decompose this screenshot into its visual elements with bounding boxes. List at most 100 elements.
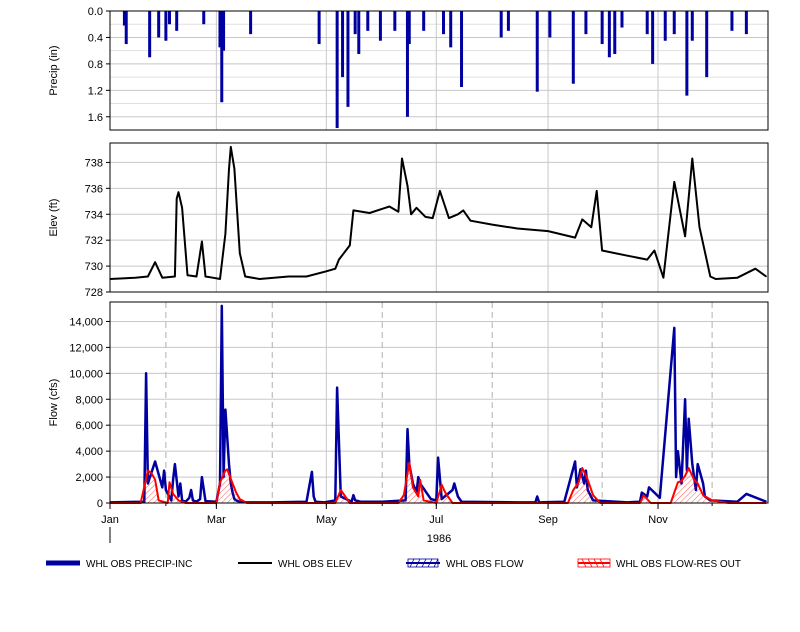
y-tick-label: 8,000 bbox=[75, 394, 103, 406]
data-point bbox=[444, 492, 446, 494]
data-point bbox=[305, 275, 308, 278]
data-point bbox=[736, 277, 739, 279]
y-tick-label: 2,000 bbox=[75, 472, 103, 484]
data-point bbox=[161, 486, 163, 488]
data-point bbox=[154, 479, 156, 481]
data-point bbox=[287, 275, 290, 278]
data-point bbox=[673, 492, 675, 494]
data-point bbox=[462, 209, 464, 211]
data-point bbox=[325, 270, 327, 272]
precip-bar bbox=[346, 11, 350, 107]
precip-bar bbox=[222, 11, 226, 51]
data-point bbox=[224, 470, 226, 472]
data-point bbox=[154, 261, 156, 263]
data-point bbox=[224, 409, 226, 411]
x-tick-label: Mar bbox=[207, 514, 226, 526]
data-point bbox=[684, 475, 686, 477]
data-point bbox=[646, 495, 648, 498]
data-point bbox=[204, 500, 207, 502]
data-point bbox=[181, 207, 183, 209]
data-point bbox=[675, 476, 677, 478]
y-tick-label: 736 bbox=[85, 183, 103, 195]
data-point bbox=[590, 226, 592, 228]
data-point bbox=[581, 467, 583, 469]
data-point bbox=[219, 481, 221, 483]
y-tick-label: 0.4 bbox=[88, 32, 103, 44]
precip-bar bbox=[249, 11, 253, 35]
legend-label-elev: WHL OBS ELEV bbox=[278, 559, 352, 570]
data-point bbox=[587, 479, 589, 481]
data-point bbox=[711, 499, 713, 501]
panel-2: 0 2,000 4,000 6,000 8,000 10,000 12,000 14,000 F… bbox=[48, 301, 769, 545]
y-tick-label: 0 bbox=[97, 498, 103, 510]
y-tick-label: 12,000 bbox=[69, 342, 103, 354]
data-point bbox=[199, 498, 201, 500]
chart-svg: WHL OBS PRECIP-INC WHL OBS ELEV WHL OBS … bbox=[46, 6, 769, 570]
precip-bar bbox=[685, 11, 689, 96]
y-axis-label: Precip (in) bbox=[48, 45, 60, 95]
legend-label-flow: WHL OBS FLOW bbox=[446, 559, 524, 570]
data-point bbox=[697, 482, 699, 485]
data-point bbox=[457, 213, 459, 215]
data-point bbox=[134, 277, 136, 279]
precip-bar bbox=[202, 11, 206, 25]
precip-bar bbox=[645, 11, 649, 35]
data-point bbox=[581, 218, 583, 220]
y-tick-label: 0.8 bbox=[88, 59, 103, 71]
data-point bbox=[406, 428, 409, 430]
data-point bbox=[334, 268, 336, 270]
data-point bbox=[451, 489, 454, 491]
data-point bbox=[574, 460, 576, 463]
data-point bbox=[626, 255, 629, 257]
data-point bbox=[423, 499, 425, 501]
precip-bar bbox=[571, 11, 575, 84]
data-point bbox=[572, 489, 574, 491]
data-point bbox=[233, 168, 235, 170]
data-point bbox=[441, 484, 443, 486]
data-point bbox=[232, 482, 234, 485]
data-point bbox=[340, 489, 342, 491]
data-point bbox=[410, 213, 412, 215]
data-point bbox=[417, 495, 419, 498]
data-point bbox=[165, 489, 167, 491]
y-tick-label: 1.6 bbox=[88, 112, 103, 124]
data-point bbox=[536, 495, 538, 498]
precip-bar bbox=[705, 11, 709, 78]
precip-bar bbox=[422, 11, 426, 31]
precip-bar bbox=[506, 11, 510, 31]
data-point bbox=[697, 463, 699, 465]
data-point bbox=[174, 275, 176, 278]
data-point bbox=[659, 497, 661, 499]
data-point bbox=[403, 494, 405, 496]
precip-bar bbox=[393, 11, 397, 31]
data-point bbox=[161, 277, 163, 279]
data-point bbox=[163, 470, 165, 472]
data-point bbox=[691, 157, 693, 160]
x-axis-label: 1986 bbox=[427, 533, 451, 545]
data-point bbox=[430, 498, 432, 500]
data-point bbox=[754, 268, 757, 270]
panel-0: 0.0 0.4 0.8 1.2 1.6 Precip (in) bbox=[48, 6, 769, 131]
data-point bbox=[354, 499, 356, 501]
data-point bbox=[412, 486, 414, 488]
data-point bbox=[457, 495, 459, 498]
data-point bbox=[765, 275, 767, 278]
data-point bbox=[673, 327, 675, 329]
x-tick-label: Jan bbox=[101, 514, 119, 526]
precip-bar bbox=[407, 11, 411, 45]
data-point bbox=[239, 498, 241, 500]
y-axis-label: Elev (ft) bbox=[48, 199, 60, 237]
data-point bbox=[439, 190, 441, 192]
data-point bbox=[698, 226, 701, 228]
data-point bbox=[397, 211, 399, 213]
data-point bbox=[145, 372, 147, 374]
data-point bbox=[190, 489, 192, 491]
y-tick-label: 4,000 bbox=[75, 446, 103, 458]
data-point bbox=[158, 499, 160, 501]
data-point bbox=[311, 471, 313, 473]
precip-bar bbox=[341, 11, 345, 78]
precip-bar bbox=[378, 11, 382, 41]
data-point bbox=[176, 198, 178, 200]
data-point bbox=[601, 249, 603, 252]
precip-bar bbox=[366, 11, 370, 31]
